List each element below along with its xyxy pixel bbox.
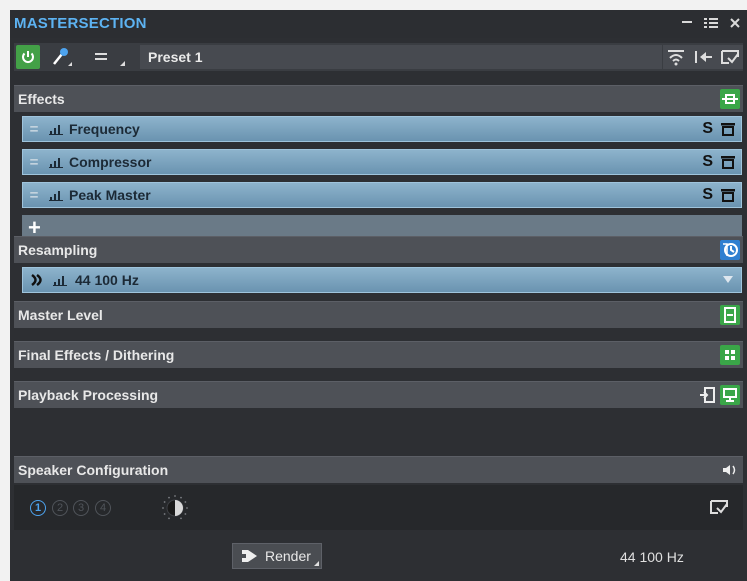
panel-title: MASTERSECTION <box>14 15 147 32</box>
speaker-config-3[interactable]: 3 <box>73 500 89 516</box>
render-label: Render <box>265 548 311 564</box>
solo-button[interactable]: S <box>702 153 713 171</box>
bypass-slot-icon[interactable] <box>721 188 735 202</box>
preset-name: Preset 1 <box>148 49 203 65</box>
effects-section-header[interactable]: Effects <box>14 85 743 112</box>
plugin-slot-compressor[interactable]: = Compressor S <box>22 149 742 175</box>
bypass-slot-icon[interactable] <box>721 122 735 136</box>
preset-menu-button[interactable] <box>86 45 136 69</box>
power-button[interactable] <box>16 45 40 69</box>
bottom-bar: Render 44 100 Hz <box>10 530 747 581</box>
speaker-config-title: Speaker Configuration <box>18 462 169 478</box>
signal-bars-icon <box>49 125 63 135</box>
speaker-icon[interactable] <box>720 460 740 480</box>
render-menu-indicator <box>314 561 319 566</box>
chevron-down-icon[interactable] <box>723 276 733 284</box>
speaker-config-4[interactable]: 4 <box>95 500 111 516</box>
close-icon[interactable] <box>727 12 743 34</box>
bypass-slot-icon[interactable] <box>721 155 735 169</box>
microphone-icon <box>53 48 72 66</box>
playback-monitor-icon[interactable] <box>720 385 740 405</box>
speaker-config-section-header[interactable]: Speaker Configuration <box>14 456 743 483</box>
resampling-section-header[interactable]: Resampling <box>14 236 743 263</box>
reset-to-start-icon[interactable] <box>693 48 713 66</box>
effects-chain-icon[interactable] <box>720 89 740 109</box>
plugin-name: Compressor <box>69 154 152 170</box>
list-icon <box>95 53 125 66</box>
resample-arrow-icon <box>31 273 42 287</box>
master-level-section-header[interactable]: Master Level <box>14 301 743 328</box>
playback-insert-icon[interactable] <box>697 385 717 405</box>
plugin-name: Peak Master <box>69 187 151 203</box>
signal-bars-icon <box>49 158 63 168</box>
drag-handle-icon[interactable]: = <box>25 121 43 138</box>
preset-name-field[interactable]: Preset 1 <box>140 45 662 69</box>
resampling-title: Resampling <box>18 242 98 258</box>
drag-handle-icon[interactable]: = <box>25 154 43 171</box>
minimize-icon[interactable] <box>679 12 695 34</box>
solo-button[interactable]: S <box>702 120 713 138</box>
plugin-slot-peak-master[interactable]: = Peak Master S <box>22 182 742 208</box>
plugin-name: Frequency <box>69 121 140 137</box>
level-meter-icon[interactable] <box>720 305 740 325</box>
signal-bars-icon <box>49 191 63 201</box>
final-effects-section-header[interactable]: Final Effects / Dithering <box>14 341 743 368</box>
render-icon <box>242 550 257 562</box>
playback-processing-title: Playback Processing <box>18 387 159 403</box>
power-icon <box>22 51 34 63</box>
speaker-config-2[interactable]: 2 <box>52 500 68 516</box>
speaker-preset-save-icon[interactable] <box>709 499 729 515</box>
preset-save-icon[interactable] <box>720 48 740 66</box>
drag-handle-icon[interactable]: = <box>25 187 43 204</box>
title-bar: MASTERSECTION <box>10 10 747 38</box>
speaker-config-panel: 1 2 3 4 <box>14 485 743 530</box>
plugin-slot-frequency[interactable]: = Frequency S <box>22 116 742 142</box>
resampling-clock-icon[interactable] <box>720 240 740 260</box>
playback-processing-section-header[interactable]: Playback Processing <box>14 381 743 408</box>
signal-bars-icon <box>53 276 67 286</box>
speaker-volume-knob[interactable] <box>160 493 190 523</box>
panel-menu-icon[interactable] <box>703 12 719 34</box>
master-toolbar: Preset 1 <box>14 43 743 71</box>
final-effects-grid-icon[interactable] <box>720 345 740 365</box>
solo-button[interactable]: S <box>702 186 713 204</box>
resampling-rate: 44 100 Hz <box>75 272 139 288</box>
final-effects-title: Final Effects / Dithering <box>18 347 175 363</box>
speaker-config-1[interactable]: 1 <box>30 500 46 516</box>
effects-title: Effects <box>18 91 65 107</box>
render-button[interactable]: Render <box>232 543 322 569</box>
bypass-icon[interactable] <box>666 48 686 66</box>
master-section-panel: MASTERSECTION Preset 1 Effects = Frequen… <box>10 10 747 581</box>
sample-rate-readout: 44 100 Hz <box>620 549 684 565</box>
master-level-title: Master Level <box>18 307 103 323</box>
resampling-rate-selector[interactable]: 44 100 Hz <box>22 267 742 293</box>
output-probe-button[interactable] <box>46 45 80 69</box>
